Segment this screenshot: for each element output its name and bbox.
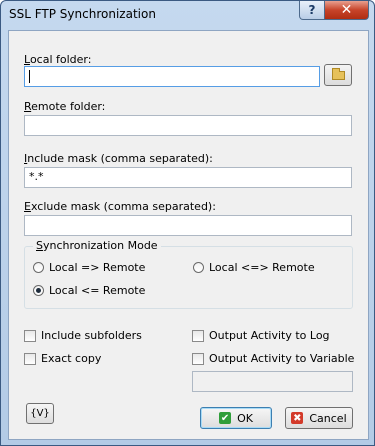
radio-label: Local <=> Remote	[209, 261, 315, 274]
dialog-window: SSL FTP Synchronization ? ✕ Local folder…	[0, 0, 375, 446]
remote-folder-input[interactable]	[24, 115, 352, 136]
radio-local-both-remote[interactable]: Local <=> Remote	[193, 261, 315, 274]
checkbox[interactable]	[192, 352, 204, 365]
exclude-mask-input[interactable]	[24, 215, 352, 236]
cancel-label: Cancel	[309, 411, 347, 425]
close-button[interactable]: ✕	[325, 1, 369, 20]
exact-copy-checkbox[interactable]: Exact copy	[24, 352, 101, 365]
ok-label: OK	[237, 411, 253, 425]
help-button[interactable]: ?	[299, 1, 325, 20]
title-buttons: ? ✕	[299, 1, 369, 20]
output-variable-input	[192, 371, 353, 392]
help-icon: ?	[308, 3, 316, 17]
dialog-body: Local folder: Remote folder: Include mas…	[8, 30, 369, 440]
sync-mode-group: Synchronization Mode Local => Remote Loc…	[24, 239, 353, 309]
close-icon: ✕	[340, 2, 353, 18]
window-title: SSL FTP Synchronization	[9, 7, 156, 21]
local-folder-label: Local folder:	[24, 53, 92, 66]
cancel-button[interactable]: ✖ Cancel	[285, 407, 353, 429]
checkbox[interactable]	[192, 329, 204, 342]
remote-folder-label: Remote folder:	[24, 100, 106, 113]
folder-icon	[332, 68, 345, 80]
variables-label: {V}	[30, 408, 50, 419]
exclude-mask-label: Exclude mask (comma separated):	[24, 200, 216, 213]
radio-button[interactable]	[193, 262, 204, 273]
include-mask-input[interactable]: *.*	[24, 167, 352, 188]
radio-button[interactable]	[33, 262, 44, 273]
radio-remote-to-local[interactable]: Local <= Remote	[33, 284, 145, 297]
local-folder-input[interactable]	[24, 66, 320, 87]
cancel-icon: ✖	[291, 412, 304, 424]
radio-label: Local => Remote	[49, 261, 146, 274]
text-caret	[29, 70, 30, 83]
include-subfolders-checkbox[interactable]: Include subfolders	[24, 329, 142, 342]
ok-button[interactable]: ✔ OK	[200, 407, 272, 429]
radio-button-selected[interactable]	[33, 285, 44, 296]
checkbox[interactable]	[24, 329, 36, 342]
include-mask-label: Include mask (comma separated):	[24, 152, 213, 165]
check-icon: ✔	[219, 412, 232, 424]
radio-label: Local <= Remote	[49, 284, 146, 297]
insert-variable-button[interactable]: {V}	[26, 403, 54, 424]
sync-mode-label: Synchronization Mode	[33, 239, 161, 252]
title-bar[interactable]: SSL FTP Synchronization ? ✕	[1, 1, 374, 29]
output-variable-checkbox[interactable]: Output Activity to Variable	[192, 352, 354, 365]
browse-folder-button[interactable]	[324, 64, 352, 86]
radio-local-to-remote[interactable]: Local => Remote	[33, 261, 145, 274]
checkbox[interactable]	[24, 352, 36, 365]
output-log-checkbox[interactable]: Output Activity to Log	[192, 329, 330, 342]
